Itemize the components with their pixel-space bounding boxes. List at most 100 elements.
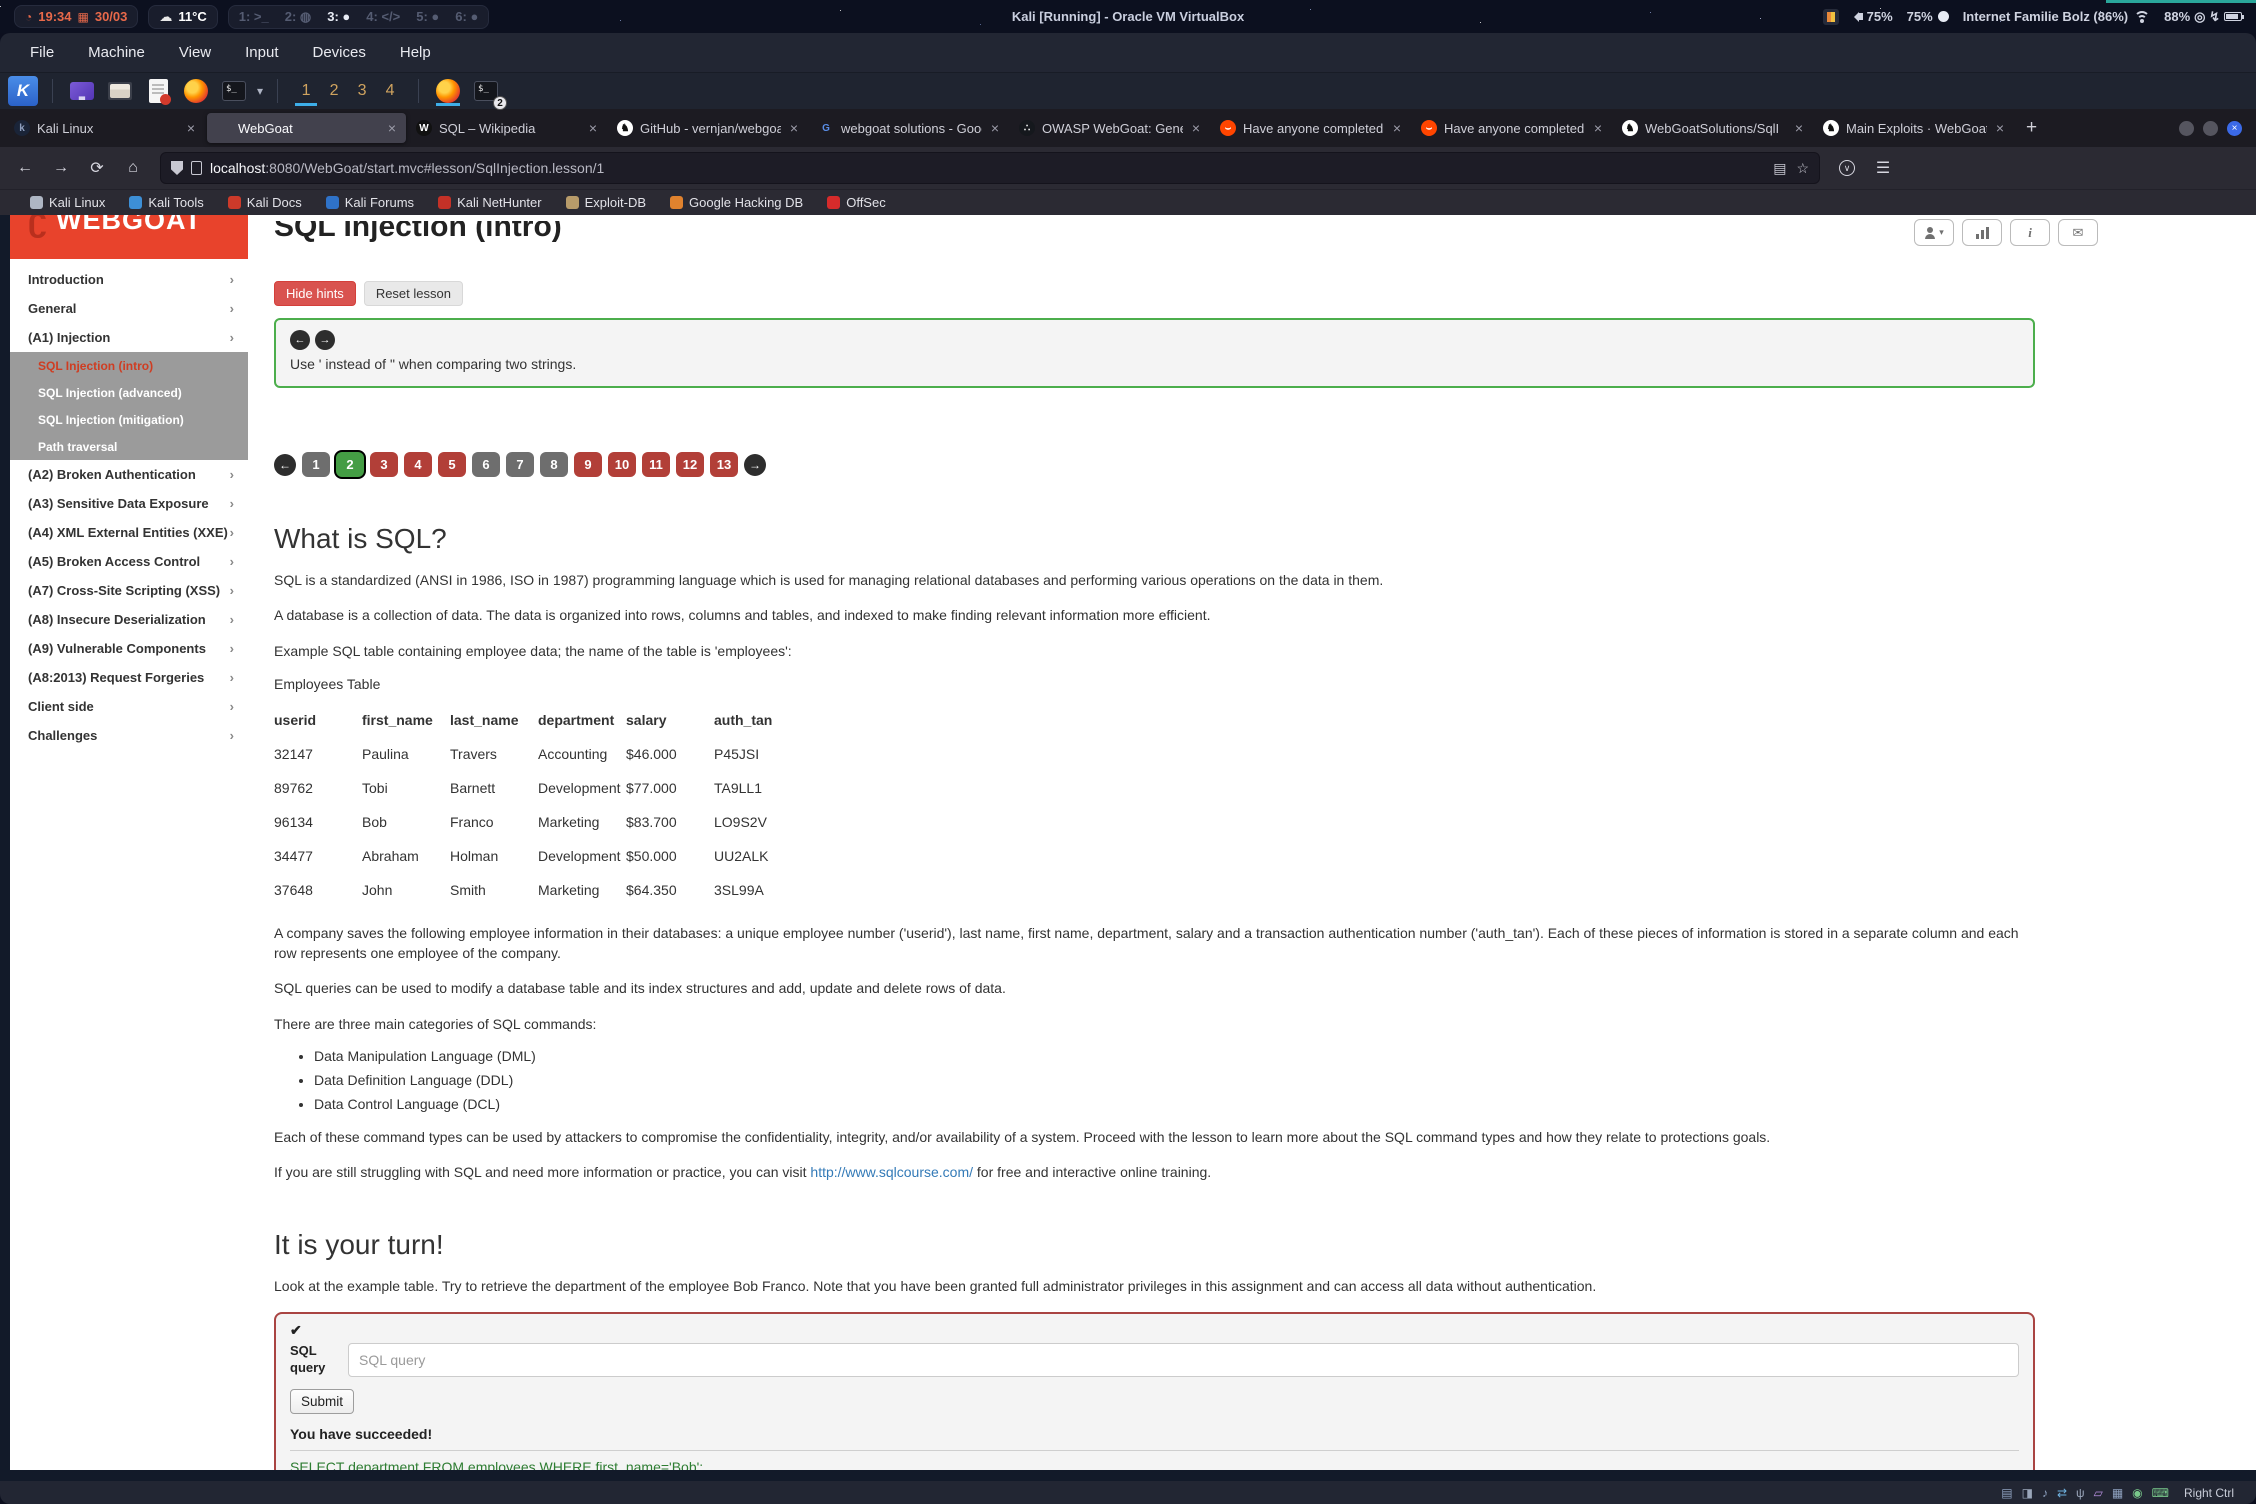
vbox-status-icon[interactable]: ▤ xyxy=(2001,1487,2012,1499)
url-text[interactable]: localhost:8080/WebGoat/start.mvc#lesson/… xyxy=(210,160,1765,176)
tab-close-icon[interactable]: × xyxy=(1793,120,1805,136)
chevron-down-icon[interactable]: ▾ xyxy=(257,84,263,98)
sidebar-item[interactable]: (A5) Broken Access Control › xyxy=(10,547,248,576)
firefox-window-task[interactable] xyxy=(433,76,463,106)
tab-close-icon[interactable]: × xyxy=(386,120,398,136)
reader-mode-icon[interactable]: ▤ xyxy=(1773,160,1786,177)
sidebar-item[interactable]: (A8:2013) Request Forgeries › xyxy=(10,663,248,692)
firefox-launcher-icon[interactable] xyxy=(181,76,211,106)
about-button[interactable]: i xyxy=(2010,219,2050,246)
browser-tab[interactable]: Have anyone completed × xyxy=(1212,113,1411,143)
sidebar-item[interactable]: SQL Injection (advanced) › xyxy=(10,379,248,406)
hamburger-menu-icon[interactable]: ☰ xyxy=(1868,153,1898,183)
sidebar-item[interactable]: Client side › xyxy=(10,692,248,721)
brightness-widget[interactable]: 75% xyxy=(1907,9,1949,24)
terminal-window-task[interactable]: $_ 2 xyxy=(471,76,501,106)
workspace-item[interactable]: 6: ● xyxy=(455,9,478,24)
page-number-button[interactable]: 5 xyxy=(438,452,466,477)
page-next-arrow[interactable]: → xyxy=(744,454,766,476)
vbox-status-icon[interactable]: ⇄ xyxy=(2057,1487,2067,1499)
workspace-item[interactable]: 5: ● xyxy=(416,9,439,24)
browser-tab[interactable]: OWASP WebGoat: General × xyxy=(1011,113,1210,143)
browser-tab[interactable]: Have anyone completed × xyxy=(1413,113,1612,143)
vbox-status-icon[interactable]: ◉ xyxy=(2132,1487,2142,1499)
browser-tab[interactable]: WebGoat × xyxy=(207,113,406,143)
reset-lesson-button[interactable]: Reset lesson xyxy=(364,281,463,306)
tab-close-icon[interactable]: × xyxy=(1391,120,1403,136)
sidebar-item[interactable]: SQL Injection (intro) › xyxy=(10,352,248,379)
clock-widget[interactable]: ◔ 19:34 ▦ 30/03 xyxy=(14,5,138,28)
vbox-status-icon[interactable]: ▱ xyxy=(2094,1487,2103,1499)
workspace-item[interactable]: 1: >_ xyxy=(239,9,269,24)
network-widget[interactable]: Internet Familie Bolz (86%) xyxy=(1963,9,2150,24)
workspace-number[interactable]: 2 xyxy=(320,76,348,106)
report-card-button[interactable] xyxy=(1962,219,2002,246)
account-menu-button[interactable]: ▾ xyxy=(1914,219,1954,246)
bookmark-star-icon[interactable]: ☆ xyxy=(1796,160,1809,177)
sidebar-item[interactable]: Introduction › xyxy=(10,265,248,294)
tab-close-icon[interactable]: × xyxy=(1190,120,1202,136)
vbox-menu-item[interactable]: File xyxy=(30,44,54,61)
contact-button[interactable]: ✉ xyxy=(2058,219,2098,246)
workspace-number[interactable]: 1 xyxy=(292,76,320,106)
pocket-icon[interactable]: ∨ xyxy=(1832,153,1862,183)
sidebar-item[interactable]: (A4) XML External Entities (XXE) › xyxy=(10,518,248,547)
page-number-button[interactable]: 12 xyxy=(676,452,704,477)
weather-widget[interactable]: ☁ 11°C xyxy=(148,5,217,29)
page-number-button[interactable]: 1 xyxy=(302,452,330,477)
workspace-item[interactable]: 4: </> xyxy=(366,9,400,24)
tab-close-icon[interactable]: × xyxy=(989,120,1001,136)
volume-widget[interactable]: 75% xyxy=(1853,9,1893,24)
terminal-launcher-icon[interactable]: $_ xyxy=(219,76,249,106)
window-close-button[interactable]: × xyxy=(2227,121,2242,136)
sidebar-item[interactable]: (A1) Injection › xyxy=(10,323,248,352)
bookmark-item[interactable]: Kali Forums xyxy=(326,195,414,210)
workspace-item[interactable]: 3: ● xyxy=(327,9,350,24)
reload-button[interactable]: ⟳ xyxy=(82,153,112,183)
browser-tab[interactable]: WebGoatSolutions/SqlI × xyxy=(1614,113,1813,143)
sidebar-item[interactable]: (A3) Sensitive Data Exposure › xyxy=(10,489,248,518)
page-number-button[interactable]: 7 xyxy=(506,452,534,477)
bookmark-item[interactable]: Kali NetHunter xyxy=(438,195,542,210)
browser-tab[interactable]: GitHub - vernjan/webgoat × xyxy=(609,113,808,143)
page-info-icon[interactable] xyxy=(191,161,202,175)
webgoat-logo-header[interactable]: ʗ WEBGOAT xyxy=(10,215,248,259)
kali-menu-button[interactable]: K xyxy=(8,76,38,106)
tab-close-icon[interactable]: × xyxy=(587,120,599,136)
bookmark-item[interactable]: OffSec xyxy=(827,195,886,210)
new-tab-button[interactable]: + xyxy=(2014,117,2049,139)
sidebar-item[interactable]: SQL Injection (mitigation) › xyxy=(10,406,248,433)
back-button[interactable]: ← xyxy=(10,153,40,183)
bookmark-item[interactable]: Kali Linux xyxy=(30,195,105,210)
vbox-menu-item[interactable]: Devices xyxy=(313,44,366,61)
vbox-status-icon[interactable]: ⌨ xyxy=(2152,1487,2169,1499)
sidebar-item[interactable]: (A7) Cross-Site Scripting (XSS) › xyxy=(10,576,248,605)
hide-hints-button[interactable]: Hide hints xyxy=(274,281,356,306)
page-previous-arrow[interactable]: ← xyxy=(274,454,296,476)
sidebar-item[interactable]: (A8) Insecure Deserialization › xyxy=(10,605,248,634)
vbox-menu-item[interactable]: View xyxy=(179,44,211,61)
previous-hint-button[interactable]: ← xyxy=(290,330,310,350)
tab-close-icon[interactable]: × xyxy=(1994,120,2006,136)
sql-query-input[interactable] xyxy=(348,1343,2019,1377)
workspace-number[interactable]: 4 xyxy=(376,76,404,106)
browser-tab[interactable]: SQL – Wikipedia × xyxy=(408,113,607,143)
tab-close-icon[interactable]: × xyxy=(185,120,197,136)
window-manager-icon[interactable]: ▃ xyxy=(67,76,97,106)
vbox-menu-item[interactable]: Machine xyxy=(88,44,145,61)
sidebar-item[interactable]: General › xyxy=(10,294,248,323)
bookmark-item[interactable]: Google Hacking DB xyxy=(670,195,803,210)
tab-close-icon[interactable]: × xyxy=(1592,120,1604,136)
tab-close-icon[interactable]: × xyxy=(788,120,800,136)
url-bar[interactable]: localhost:8080/WebGoat/start.mvc#lesson/… xyxy=(160,152,1820,184)
indicator-icon[interactable] xyxy=(1823,9,1839,25)
page-number-button[interactable]: 9 xyxy=(574,452,602,477)
bookmark-item[interactable]: Kali Tools xyxy=(129,195,203,210)
page-number-button[interactable]: 2 xyxy=(336,452,364,477)
page-number-button[interactable]: 13 xyxy=(710,452,738,477)
vbox-status-icon[interactable]: ◨ xyxy=(2022,1487,2033,1499)
page-number-button[interactable]: 11 xyxy=(642,452,670,477)
page-number-button[interactable]: 10 xyxy=(608,452,636,477)
browser-tab[interactable]: Main Exploits · WebGoat × xyxy=(1815,113,2014,143)
vbox-menu-item[interactable]: Help xyxy=(400,44,431,61)
